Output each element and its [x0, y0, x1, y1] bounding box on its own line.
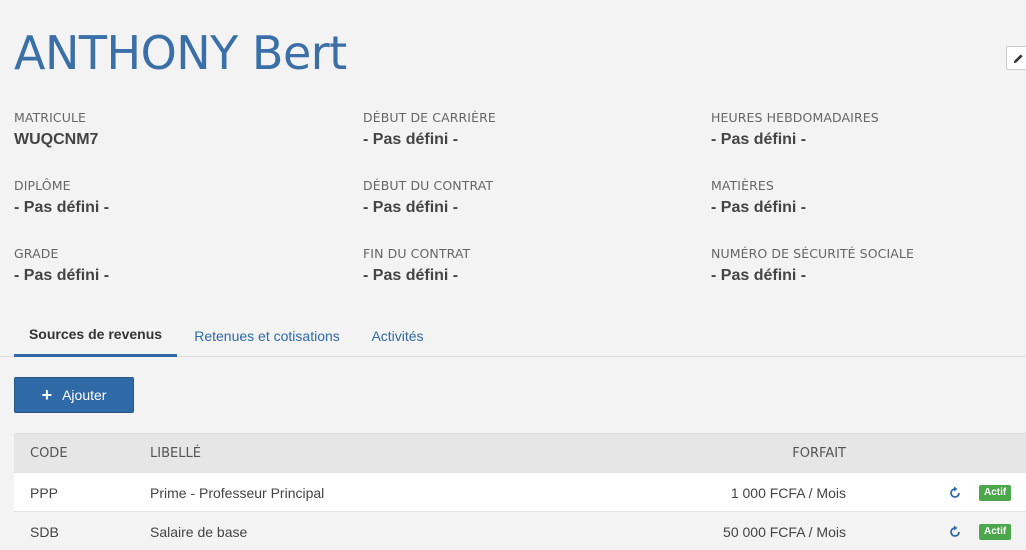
- field-value: WUQCNM7: [14, 131, 99, 148]
- field-matricule: MATRICULE WUQCNM7: [14, 110, 354, 149]
- cell-code: SDB: [30, 524, 59, 540]
- tab-sources-de-revenus[interactable]: Sources de revenus: [14, 314, 177, 357]
- tab-bar: Sources de revenus Retenues et cotisatio…: [0, 314, 1026, 357]
- header-forfait: FORFAIT: [792, 446, 846, 461]
- field-value: - Pas défini -: [363, 131, 459, 148]
- field-value: - Pas défini -: [711, 131, 807, 148]
- cell-libelle: Prime - Professeur Principal: [150, 485, 325, 501]
- field-grade: GRADE - Pas défini -: [14, 246, 354, 285]
- header-libelle: LIBELLÉ: [150, 446, 201, 461]
- field-label: DÉBUT DU CONTRAT: [363, 178, 494, 193]
- field-label: DIPLÔME: [14, 178, 71, 193]
- field-heures-hebdo: HEURES HEBDOMADAIRES - Pas défini -: [711, 110, 1026, 149]
- cell-forfait: 1 000 FCFA / Mois: [730, 485, 846, 501]
- field-label: GRADE: [14, 246, 59, 261]
- cell-libelle: Salaire de base: [150, 524, 248, 540]
- page-title: ANTHONY Bert: [14, 26, 347, 80]
- field-value: - Pas défini -: [14, 199, 110, 216]
- field-label: MATRICULE: [14, 110, 87, 125]
- cell-code: PPP: [30, 485, 59, 501]
- field-label: MATIÈRES: [711, 178, 774, 193]
- field-value: - Pas défini -: [363, 199, 459, 216]
- field-label: HEURES HEBDOMADAIRES: [711, 110, 879, 125]
- add-button-label: Ajouter: [62, 387, 107, 403]
- refresh-icon[interactable]: [948, 486, 962, 500]
- field-debut-carriere: DÉBUT DE CARRIÈRE - Pas défini -: [363, 110, 703, 149]
- field-value: - Pas défini -: [711, 267, 807, 284]
- pencil-icon: [1013, 53, 1023, 63]
- field-value: - Pas défini -: [711, 199, 807, 216]
- field-label: NUMÉRO DE SÉCURITÉ SOCIALE: [711, 246, 914, 261]
- field-label: DÉBUT DE CARRIÈRE: [363, 110, 496, 125]
- refresh-icon[interactable]: [948, 525, 962, 539]
- field-fin-contrat: FIN DU CONTRAT - Pas défini -: [363, 246, 703, 285]
- header-code: CODE: [30, 446, 68, 461]
- status-badge: Actif: [979, 485, 1012, 501]
- plus-icon: +: [41, 385, 53, 405]
- field-label: FIN DU CONTRAT: [363, 246, 471, 261]
- edit-button[interactable]: [1006, 46, 1026, 70]
- table-row[interactable]: PPP Prime - Professeur Principal 1 000 F…: [14, 473, 1026, 512]
- field-securite-sociale: NUMÉRO DE SÉCURITÉ SOCIALE - Pas défini …: [711, 246, 1026, 285]
- tab-retenues-et-cotisations[interactable]: Retenues et cotisations: [183, 314, 351, 357]
- table-header: CODE LIBELLÉ FORFAIT: [14, 433, 1026, 473]
- revenue-sources-table: CODE LIBELLÉ FORFAIT PPP Prime - Profess…: [14, 433, 1026, 550]
- field-value: - Pas défini -: [14, 267, 110, 284]
- status-badge: Actif: [979, 524, 1012, 540]
- field-debut-contrat: DÉBUT DU CONTRAT - Pas défini -: [363, 178, 703, 217]
- field-diplome: DIPLÔME - Pas défini -: [14, 178, 354, 217]
- tab-activites[interactable]: Activités: [360, 314, 435, 357]
- field-value: - Pas défini -: [363, 267, 459, 284]
- add-button[interactable]: + Ajouter: [14, 377, 134, 413]
- field-matieres: MATIÈRES - Pas défini -: [711, 178, 1026, 217]
- cell-forfait: 50 000 FCFA / Mois: [723, 524, 846, 540]
- table-row[interactable]: SDB Salaire de base 50 000 FCFA / Mois A…: [14, 512, 1026, 550]
